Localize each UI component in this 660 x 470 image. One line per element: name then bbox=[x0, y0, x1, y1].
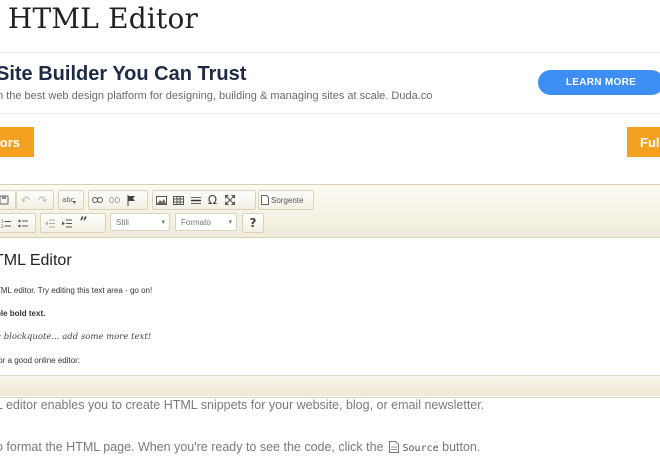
maximize-icon[interactable] bbox=[221, 191, 238, 209]
source-button[interactable]: Sorgente bbox=[271, 196, 307, 205]
content-heading[interactable]: TML Editor bbox=[0, 252, 72, 270]
editors-button-label: tors bbox=[0, 134, 20, 150]
bulleted-list-icon[interactable] bbox=[14, 214, 31, 232]
toolbar-group-spell: abc ▾ bbox=[58, 190, 84, 210]
special-char-icon[interactable]: Ω bbox=[204, 191, 221, 209]
ad-subtitle: n the best web design platform for desig… bbox=[0, 90, 433, 102]
anchor-flag-icon[interactable] bbox=[123, 191, 140, 209]
toolbar-group-history: ↶ ↷ bbox=[16, 190, 54, 210]
undo-icon[interactable]: ↶ bbox=[17, 191, 34, 209]
table-icon[interactable] bbox=[170, 191, 187, 209]
save-icon[interactable] bbox=[0, 191, 12, 209]
format-dropdown-label: Formato bbox=[181, 217, 211, 227]
instruction-text-end: button. bbox=[442, 440, 481, 454]
chevron-down-icon: ▾ bbox=[161, 219, 165, 226]
toolbar-group-document bbox=[0, 190, 16, 210]
redo-icon[interactable]: ↷ bbox=[34, 191, 51, 209]
source-icon bbox=[259, 191, 271, 209]
toolbar-group-insert: Ω bbox=[152, 190, 256, 210]
editors-button[interactable]: tors bbox=[0, 127, 34, 157]
toolbar-group-indent: ” bbox=[40, 213, 106, 233]
styles-dropdown[interactable]: Stili ▾ bbox=[110, 213, 170, 231]
source-icon bbox=[389, 441, 400, 453]
content-blockquote[interactable]: e blockquote... add some more text! bbox=[0, 332, 151, 342]
numbered-list-icon[interactable]: 12 bbox=[0, 214, 14, 232]
toolbar-group-lists: 12 bbox=[0, 213, 36, 233]
styles-dropdown-label: Stili bbox=[116, 217, 129, 227]
link-icon[interactable] bbox=[89, 191, 106, 209]
indent-icon[interactable] bbox=[58, 214, 75, 232]
svg-text:2: 2 bbox=[1, 224, 4, 228]
blockquote-icon[interactable]: ” bbox=[75, 214, 92, 232]
format-dropdown[interactable]: Formato ▾ bbox=[175, 213, 237, 231]
fullscreen-button-label: Full bbox=[640, 134, 660, 150]
instruction-text: o format the HTML page. When you're read… bbox=[0, 440, 480, 454]
divider bbox=[0, 52, 660, 53]
toolbar-group-source: Sorgente bbox=[258, 190, 314, 210]
learn-more-button[interactable]: LEARN MORE bbox=[538, 70, 660, 95]
editor-statusbar bbox=[0, 375, 660, 396]
description-text: L editor enables you to create HTML snip… bbox=[0, 398, 485, 412]
unlink-icon[interactable] bbox=[106, 191, 123, 209]
content-line[interactable]: for a good online editor: bbox=[0, 356, 80, 365]
outdent-icon[interactable] bbox=[41, 214, 58, 232]
editor-toolbar: ↶ ↷ abc ▾ Ω Sorgente 1 2 ” Stili ▾ Forma… bbox=[0, 185, 660, 238]
instruction-text-start: o format the HTML page. When you're read… bbox=[0, 440, 384, 454]
chevron-down-icon: ▾ bbox=[228, 219, 232, 226]
toolbar-group-help: ? bbox=[242, 213, 264, 233]
divider bbox=[0, 113, 660, 114]
content-line[interactable]: TML editor. Try editing this text area -… bbox=[0, 286, 152, 295]
page-title: e HTML Editor bbox=[0, 2, 199, 35]
help-button[interactable]: ? bbox=[245, 214, 262, 232]
toolbar-group-links bbox=[88, 190, 148, 210]
svg-text:▾: ▾ bbox=[73, 199, 76, 205]
image-icon[interactable] bbox=[153, 191, 170, 209]
source-code-label: Source bbox=[402, 443, 439, 454]
ad-title[interactable]: Site Builder You Can Trust bbox=[0, 63, 246, 86]
fullscreen-button[interactable]: Full bbox=[627, 127, 660, 157]
spellcheck-icon[interactable]: abc ▾ bbox=[59, 191, 81, 209]
horizontal-line-icon[interactable] bbox=[187, 191, 204, 209]
content-line-bold[interactable]: ple bold text. bbox=[0, 309, 45, 318]
